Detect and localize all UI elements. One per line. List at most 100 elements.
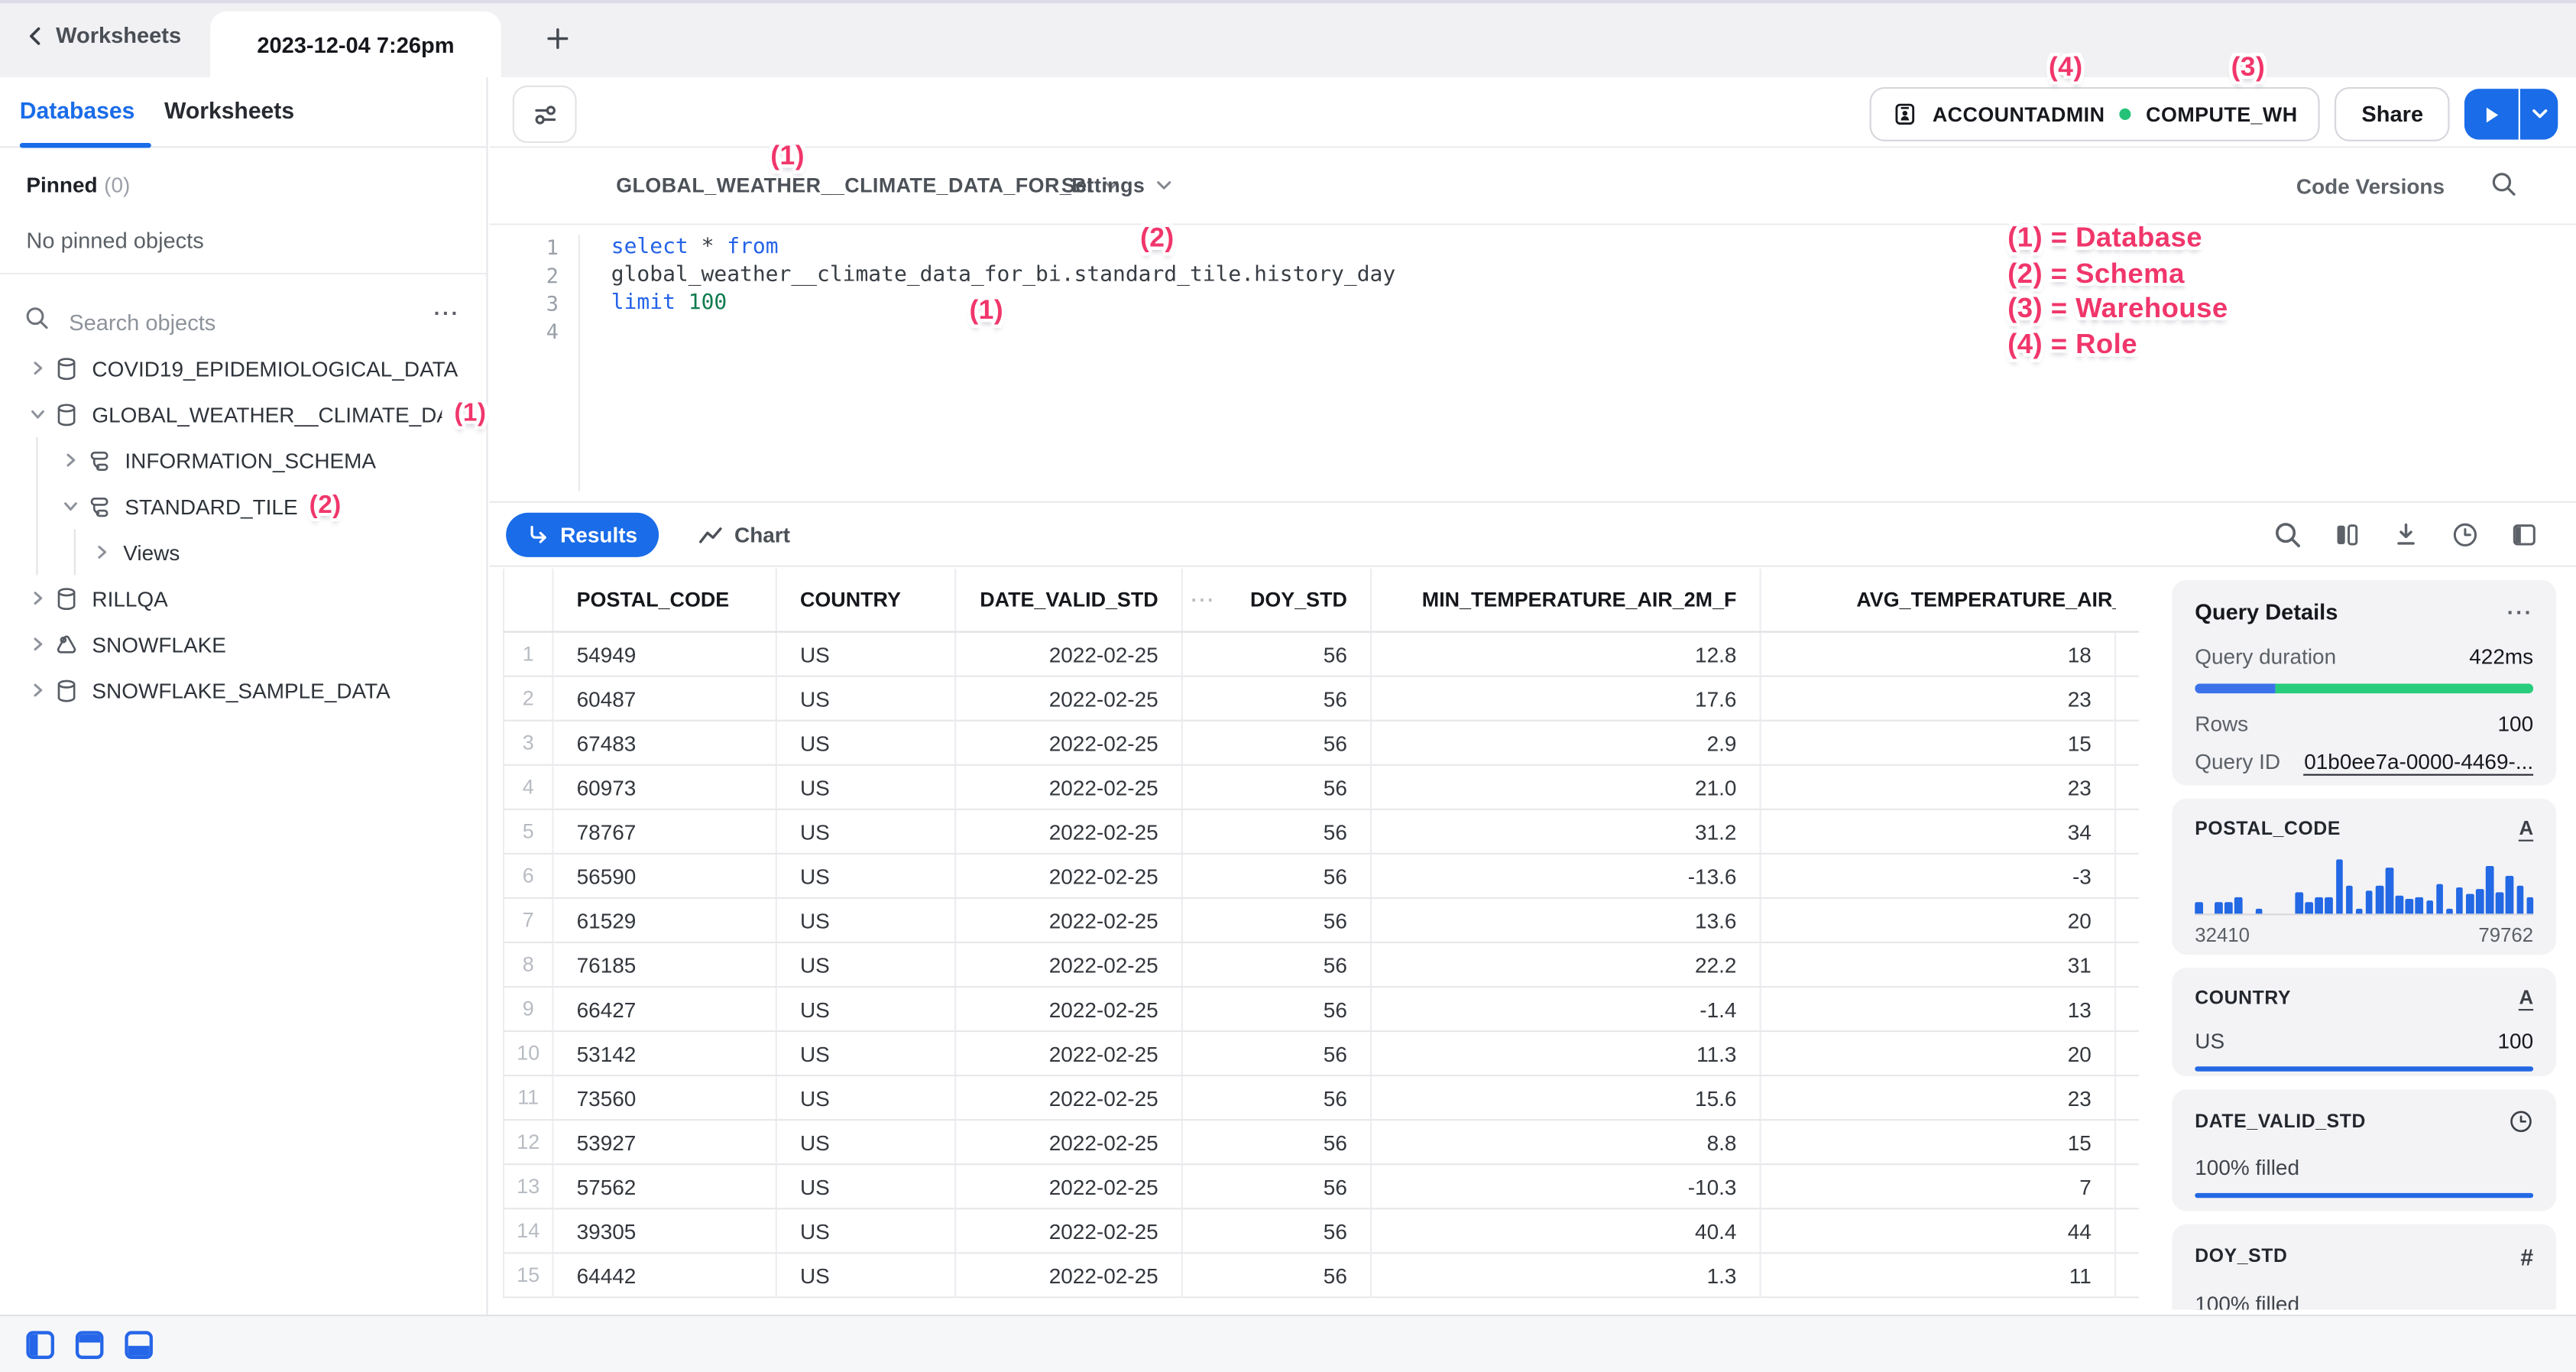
toggle-left-panel-icon[interactable] [26,1331,54,1359]
table-cell[interactable]: 76185 [554,943,777,986]
table-cell[interactable]: 2022-02-25 [956,810,1183,853]
table-cell[interactable]: US [777,1032,956,1075]
toggle-bottom-panel-icon[interactable] [125,1331,153,1359]
row-number[interactable]: 2 [503,677,554,720]
sidebar-tree-item[interactable]: SNOWFLAKE [0,621,486,667]
table-row[interactable]: 966427US2022-02-2556-1.413 [503,988,2139,1032]
table-cell[interactable]: 44 [1761,1209,2116,1252]
table-cell[interactable]: 23 [1761,766,2116,809]
table-cell[interactable]: 22.2 [1372,943,1761,986]
row-number[interactable]: 1 [503,633,554,676]
table-cell[interactable]: 2022-02-25 [956,677,1183,720]
table-cell[interactable]: US [777,1165,956,1208]
table-cell[interactable]: US [777,722,956,764]
table-cell[interactable]: 60973 [554,766,777,809]
table-cell[interactable]: 56 [1183,1165,1372,1208]
table-cell[interactable]: -13.6 [1372,855,1761,897]
table-row[interactable]: 1439305US2022-02-255640.444 [503,1209,2139,1254]
run-button[interactable] [2464,89,2519,140]
table-cell[interactable]: 13.6 [1372,899,1761,942]
chevron-right-icon[interactable] [30,360,46,376]
table-cell[interactable]: -1.4 [1372,988,1761,1030]
column-header[interactable]: DATE_VALID_STD [956,569,1183,631]
table-cell[interactable]: 56 [1183,899,1372,942]
table-cell[interactable]: 13 [1761,988,2116,1030]
toggle-top-panel-icon[interactable] [76,1331,104,1359]
table-cell[interactable]: 2022-02-25 [956,1209,1183,1252]
sidebar-tree-item[interactable]: GLOBAL_WEATHER__CLIMATE_DATA_F...(1) [0,391,486,437]
row-number[interactable]: 4 [503,766,554,809]
table-cell[interactable]: 15.6 [1372,1076,1761,1119]
profile-card-date-valid-std[interactable]: DATE_VALID_STD 100% filled [2172,1089,2556,1211]
row-number[interactable]: 9 [503,988,554,1030]
query-details-menu[interactable]: ··· [2507,600,2533,624]
chevron-right-icon[interactable] [30,682,46,698]
row-number[interactable]: 7 [503,899,554,942]
sidebar-tab-worksheets[interactable]: Worksheets [164,97,294,123]
sql-code-line[interactable]: 2global_weather__climate_data_for_bi.sta… [490,261,2576,290]
table-cell[interactable]: US [777,1076,956,1119]
share-button[interactable]: Share [2335,87,2449,141]
hidden-columns-indicator[interactable]: ··· [1191,589,1216,611]
toggle-side-panel-icon[interactable] [2509,520,2539,550]
back-to-worksheets[interactable]: Worksheets [26,23,181,47]
table-cell[interactable]: 2022-02-25 [956,899,1183,942]
table-cell[interactable]: 56 [1183,1032,1372,1075]
row-number[interactable]: 13 [503,1165,554,1208]
table-cell[interactable]: 66427 [554,988,777,1030]
table-cell[interactable]: 2022-02-25 [956,988,1183,1030]
editor-search-button[interactable] [2490,171,2516,206]
table-cell[interactable]: -10.3 [1372,1165,1761,1208]
table-cell[interactable]: 39305 [554,1209,777,1252]
table-cell[interactable]: US [777,1121,956,1163]
table-row[interactable]: 656590US2022-02-2556-13.6-3 [503,855,2139,899]
table-cell[interactable]: 56 [1183,810,1372,853]
row-number[interactable]: 14 [503,1209,554,1252]
row-number[interactable]: 6 [503,855,554,897]
column-header[interactable]: COUNTRY [777,569,956,631]
table-cell[interactable]: 18 [1761,633,2116,676]
table-cell[interactable]: 78767 [554,810,777,853]
profile-card-doy-std[interactable]: DOY_STD # 100% filled [2172,1224,2556,1310]
chevron-right-icon[interactable] [63,452,79,468]
table-row[interactable]: 1053142US2022-02-255611.320 [503,1032,2139,1076]
table-cell[interactable]: 2022-02-25 [956,1032,1183,1075]
column-header[interactable]: MIN_TEMPERATURE_AIR_2M_F [1372,569,1761,631]
new-tab-button[interactable] [537,18,577,58]
table-cell[interactable]: 20 [1761,1032,2116,1075]
table-cell[interactable]: 12.8 [1372,633,1761,676]
search-options-menu[interactable]: ··· [434,300,460,325]
table-cell[interactable]: 56 [1183,677,1372,720]
table-cell[interactable]: 2022-02-25 [956,943,1183,986]
table-cell[interactable]: 64442 [554,1254,777,1296]
table-cell[interactable]: 21.0 [1372,766,1761,809]
sidebar-tree-item[interactable]: STANDARD_TILE(2) [0,483,486,529]
query-history-icon[interactable] [2450,520,2480,550]
table-cell[interactable]: 7 [1761,1165,2116,1208]
table-cell[interactable]: 34 [1761,810,2116,853]
table-cell[interactable]: 56 [1183,1209,1372,1252]
sidebar-tree-item[interactable]: RILLQA [0,575,486,621]
table-cell[interactable]: 73560 [554,1076,777,1119]
table-cell[interactable]: 56 [1183,855,1372,897]
table-cell[interactable]: US [777,855,956,897]
download-icon[interactable] [2390,520,2420,550]
table-cell[interactable]: 31.2 [1372,810,1761,853]
chevron-down-icon[interactable] [63,498,79,514]
table-cell[interactable]: 53927 [554,1121,777,1163]
table-cell[interactable]: 56 [1183,1076,1372,1119]
table-row[interactable]: 876185US2022-02-255622.231 [503,943,2139,988]
search-input[interactable] [66,300,384,343]
table-cell[interactable]: US [777,943,956,986]
row-number[interactable]: 12 [503,1121,554,1163]
database-schema-selector[interactable]: GLOBAL_WEATHER__CLIMATE_DATA_FOR_BI [616,174,1119,197]
table-cell[interactable]: 2022-02-25 [956,1165,1183,1208]
table-cell[interactable]: 54949 [554,633,777,676]
column-header[interactable]: AVG_TEMPERATURE_AIR_2M_F [1761,569,2116,631]
table-cell[interactable]: 40.4 [1372,1209,1761,1252]
row-number[interactable]: 10 [503,1032,554,1075]
table-cell[interactable]: US [777,899,956,942]
table-cell[interactable]: 61529 [554,899,777,942]
table-cell[interactable]: US [777,1209,956,1252]
sidebar-tree-item[interactable]: INFORMATION_SCHEMA [0,437,486,483]
